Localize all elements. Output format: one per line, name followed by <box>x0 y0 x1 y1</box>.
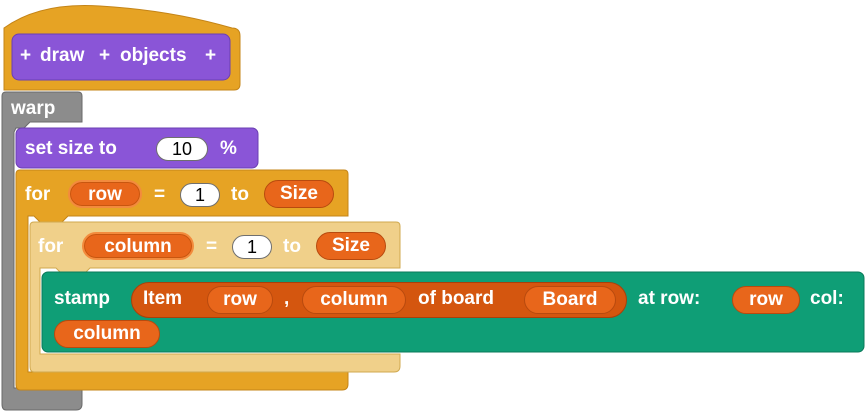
column-variable-label: column <box>104 236 172 257</box>
plus-icon: + <box>205 45 217 66</box>
item-row-variable[interactable]: row <box>207 286 273 314</box>
for-keyword: for <box>38 236 64 257</box>
stamp-label: stamp <box>54 288 110 309</box>
item-row-variable-label: row <box>223 289 257 310</box>
column-variable-label: column <box>73 323 141 344</box>
percent-label: % <box>220 138 237 159</box>
item-label: Item <box>143 288 183 309</box>
board-variable[interactable]: Board <box>524 286 616 314</box>
size-variable[interactable]: Size <box>264 180 334 208</box>
of-board-label: of board <box>418 288 494 309</box>
item-column-variable-label: column <box>320 289 388 310</box>
plus-icon: + <box>99 45 111 66</box>
col-label: col: <box>810 288 844 309</box>
item-column-variable[interactable]: column <box>302 286 406 314</box>
set-size-label: set size to <box>25 138 117 159</box>
column-start-input[interactable]: 1 <box>232 235 272 259</box>
column-variable[interactable]: column <box>82 232 194 260</box>
hat-word-objects: objects <box>120 45 187 66</box>
board-variable-label: Board <box>542 289 598 310</box>
plus-icon: + <box>20 45 32 66</box>
column-variable[interactable]: column <box>54 320 160 348</box>
to-label: to <box>283 236 301 257</box>
hat-word-draw: draw <box>40 45 85 66</box>
row-variable[interactable]: row <box>732 286 800 314</box>
row-start-input[interactable]: 1 <box>180 183 220 207</box>
size-variable-label: Size <box>331 235 371 256</box>
comma-label: , <box>284 288 290 309</box>
row-variable[interactable]: row <box>68 180 142 208</box>
row-variable-label: row <box>749 289 783 310</box>
size-variable-label: Size <box>279 183 319 204</box>
row-variable-label: row <box>88 184 122 205</box>
equals-label: = <box>206 236 218 257</box>
size-variable[interactable]: Size <box>316 232 386 260</box>
for-keyword: for <box>25 184 51 205</box>
at-row-label: at row: <box>638 288 701 309</box>
equals-label: = <box>154 184 166 205</box>
to-label: to <box>231 184 249 205</box>
size-value-input[interactable]: 10 <box>156 137 208 161</box>
warp-label: warp <box>11 98 56 119</box>
